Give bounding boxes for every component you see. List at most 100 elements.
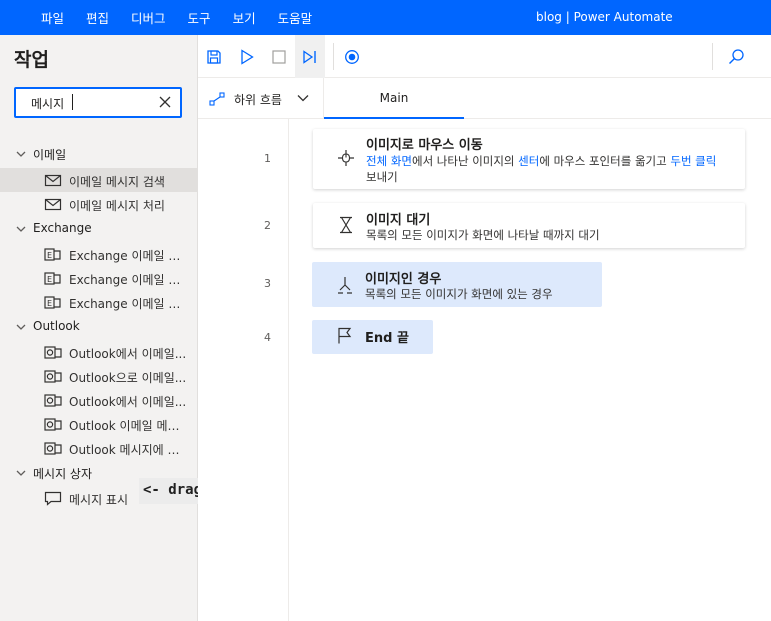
chevron-down-icon (16, 226, 26, 232)
action-item[interactable]: E Exchange 이메일 메... (0, 242, 198, 266)
run-next-action-button[interactable] (295, 35, 325, 78)
title-bar: 파일 편집 디버그 도구 보기 도움말 blog | Power Automat… (0, 0, 771, 35)
group-label: Outlook (33, 319, 80, 333)
step-title: 이미지 대기 (366, 213, 431, 228)
flow-step-move-mouse-to-image[interactable]: 이미지로 마우스 이동 전체 화면에서 나타난 이미지의 센터에 마우스 포인터… (313, 129, 745, 189)
line-number: 2 (264, 219, 271, 232)
search-flow-button[interactable] (721, 35, 751, 78)
save-button[interactable] (199, 35, 229, 78)
line-number: 4 (264, 331, 271, 344)
mail-icon (44, 174, 62, 187)
action-item[interactable]: 이메일 메시지 처리 (0, 192, 198, 216)
menu-view[interactable]: 보기 (233, 8, 256, 27)
step-description: 목록의 모든 이미지가 화면에 있는 경우 (365, 287, 553, 301)
toolbar (198, 35, 771, 78)
step-param-link[interactable]: 두번 클릭 (670, 154, 716, 168)
group-label: 이메일 (33, 148, 67, 162)
toolbar-divider (333, 43, 334, 70)
subflow-dropdown[interactable]: 하위 흐름 (198, 78, 324, 119)
group-exchange[interactable]: Exchange (0, 218, 198, 240)
step-desc-text: 보내기 (366, 170, 398, 184)
search-input[interactable]: 메시지 (31, 95, 64, 112)
step-icon (303, 49, 316, 64)
actions-panel-title: 작업 (14, 49, 49, 71)
group-label: 메시지 상자 (33, 467, 93, 481)
action-item-label: Exchange 이메일 메... (69, 297, 189, 311)
chevron-down-icon (16, 470, 26, 476)
stop-icon (272, 49, 286, 64)
exchange-icon: E (44, 296, 61, 309)
menu-edit[interactable]: 편집 (86, 8, 109, 27)
step-desc-text: 에서 나타난 이미지의 (411, 154, 519, 168)
svg-text:E: E (47, 251, 52, 260)
action-item[interactable]: E Exchange 이메일 메... (0, 266, 198, 290)
tab-main[interactable]: Main (324, 78, 464, 119)
actions-panel: 작업 메시지 이메일 이메일 메시지 검색 이메일 메시지 처리 Exchang… (0, 35, 198, 621)
menu-help[interactable]: 도움말 (278, 8, 313, 27)
action-item[interactable]: Outlook에서 이메일... (0, 388, 198, 412)
run-icon (241, 48, 254, 65)
outlook-icon (44, 394, 62, 407)
action-item-label: Outlook 이메일 메시... (69, 419, 189, 433)
record-button[interactable] (337, 35, 367, 78)
flow-step-if-image[interactable]: 이미지인 경우 목록의 모든 이미지가 화면에 있는 경우 (312, 262, 602, 307)
step-desc-text: 에 마우스 포인터를 옮기고 (539, 154, 671, 168)
chevron-down-icon (16, 151, 26, 157)
flow-step-end[interactable]: End 끝 (312, 320, 433, 354)
action-item[interactable]: Outlook에서 이메일... (0, 340, 198, 364)
clear-search-icon[interactable] (158, 95, 172, 109)
action-item-label: Exchange 이메일 메... (69, 249, 189, 263)
action-item[interactable]: Outlook 메시지에 응... (0, 436, 198, 460)
action-item-label: 이메일 메시지 처리 (69, 199, 165, 213)
drop-gap (316, 307, 602, 320)
svg-text:E: E (47, 275, 52, 284)
menu-file[interactable]: 파일 (41, 8, 64, 27)
action-item-label: Exchange 이메일 메... (69, 273, 189, 287)
record-icon (345, 49, 359, 64)
message-icon (44, 491, 62, 506)
subflow-label: 하위 흐름 (234, 93, 282, 107)
save-icon (207, 49, 221, 64)
mouse-move-icon (338, 150, 354, 166)
if-branch-icon (338, 277, 352, 294)
group-outlook[interactable]: Outlook (0, 316, 198, 338)
step-title: 이미지로 마우스 이동 (366, 138, 483, 153)
action-item[interactable]: E Exchange 이메일 메... (0, 290, 198, 314)
action-item[interactable]: Outlook 이메일 메시... (0, 412, 198, 436)
outlook-icon (44, 442, 62, 455)
run-button[interactable] (232, 35, 262, 78)
step-param-link[interactable]: 전체 화면 (366, 154, 412, 168)
tab-bar: 하위 흐름 Main (198, 78, 771, 119)
action-item[interactable]: 이메일 메시지 검색 (0, 168, 198, 192)
tab-main-label: Main (379, 91, 409, 105)
chevron-down-icon (16, 324, 26, 330)
flow-designer-canvas[interactable]: 1 2 3 4 이미지로 마우스 이동 전체 화면에서 나타난 이미지의 센터에… (198, 119, 771, 621)
step-title: End 끝 (365, 331, 409, 346)
mail-icon (44, 198, 62, 211)
action-item-label: Outlook에서 이메일... (69, 347, 187, 361)
exchange-icon: E (44, 248, 61, 261)
chevron-down-icon (297, 95, 309, 102)
menu-debug[interactable]: 디버그 (131, 8, 166, 27)
step-title: 이미지인 경우 (365, 272, 442, 287)
step-param-link[interactable]: 센터 (518, 154, 539, 168)
menu-bar: 파일 편집 디버그 도구 보기 도움말 (30, 0, 323, 35)
action-item-label: Outlook에서 이메일... (69, 395, 187, 409)
action-item-label: 이메일 메시지 검색 (69, 175, 165, 189)
group-email[interactable]: 이메일 (0, 143, 198, 165)
action-item-label: Outlook 메시지에 응... (69, 443, 189, 457)
menu-tools[interactable]: 도구 (188, 8, 211, 27)
exchange-icon: E (44, 272, 61, 285)
action-item-label: Outlook으로 이메일... (69, 371, 187, 385)
action-item[interactable]: Outlook으로 이메일... (0, 364, 198, 388)
app-title: blog | Power Automate (536, 10, 673, 24)
flow-step-wait-for-image[interactable]: 이미지 대기 목록의 모든 이미지가 화면에 나타날 때까지 대기 (313, 203, 745, 248)
actions-search-box[interactable]: 메시지 (14, 87, 182, 118)
stop-button[interactable] (264, 35, 294, 78)
line-number: 3 (264, 277, 271, 290)
step-description: 전체 화면에서 나타난 이미지의 센터에 마우스 포인터를 옮기고 두번 클릭 … (366, 153, 726, 185)
group-label: Exchange (33, 221, 92, 235)
outlook-icon (44, 418, 62, 431)
svg-text:E: E (47, 299, 52, 308)
line-number: 1 (264, 152, 271, 165)
